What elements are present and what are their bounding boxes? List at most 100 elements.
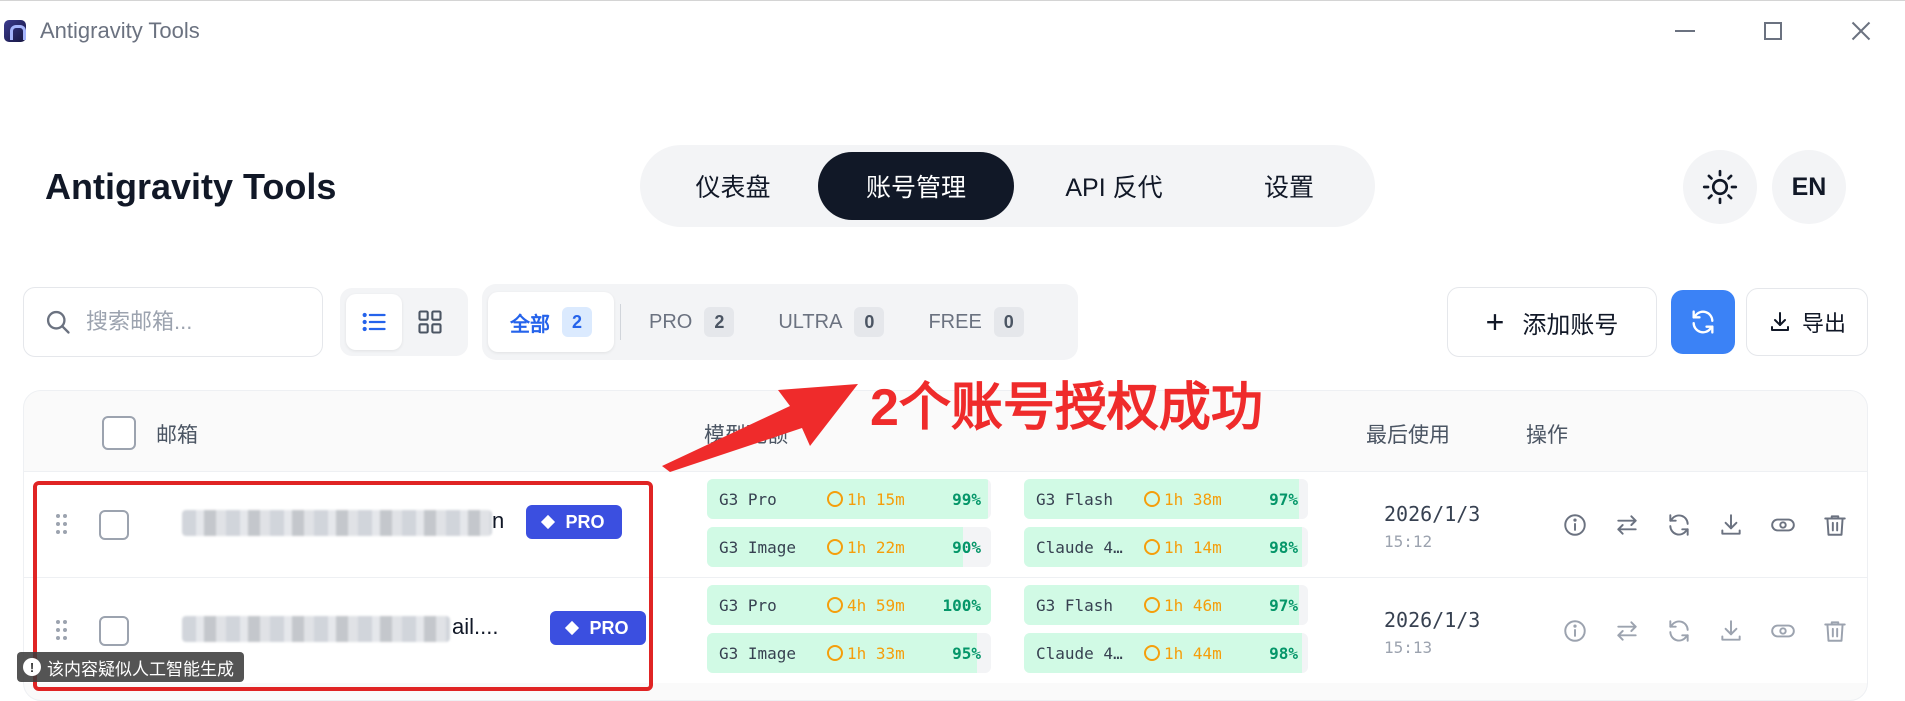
maximize-icon xyxy=(1764,22,1782,40)
window-title: Antigravity Tools xyxy=(40,17,200,43)
add-account-button[interactable]: + 添加账号 xyxy=(1447,287,1657,357)
download-button[interactable] xyxy=(1705,507,1757,543)
filter-label: PRO xyxy=(649,310,693,333)
quota-reset: 1h 33m xyxy=(827,644,905,663)
list-view-button[interactable] xyxy=(346,294,402,350)
last-used-date: 2026/1/3 xyxy=(1384,502,1481,526)
close-icon xyxy=(1851,21,1871,41)
email-redacted xyxy=(182,616,450,642)
quota-reset: 1h 38m xyxy=(1144,490,1222,509)
quota-reset: 1h 46m xyxy=(1144,596,1222,615)
quota-bar: G3 Image 1h 33m 95% xyxy=(707,633,991,673)
quota-model: Claude 4… xyxy=(1036,644,1123,663)
last-used-date: 2026/1/3 xyxy=(1384,608,1481,632)
filter-divider xyxy=(620,304,621,340)
quota-model: G3 Image xyxy=(719,644,797,663)
plan-label: PRO xyxy=(565,511,605,532)
refresh-quota-button[interactable] xyxy=(1653,507,1705,543)
quota-reset: 1h 14m xyxy=(1144,538,1222,557)
quota-bar: G3 Pro 4h 59m 100% xyxy=(707,585,991,625)
plus-icon: + xyxy=(1485,303,1505,340)
row-checkbox[interactable] xyxy=(99,616,129,646)
drag-handle-icon[interactable] xyxy=(56,620,68,642)
select-all-checkbox[interactable] xyxy=(102,416,136,450)
quota-percent: 98% xyxy=(1269,644,1298,663)
tab-settings[interactable]: 设置 xyxy=(1214,152,1364,220)
quota-percent: 95% xyxy=(952,644,981,663)
download-button[interactable] xyxy=(1705,613,1757,649)
delete-button[interactable] xyxy=(1809,613,1861,649)
filter-pro[interactable]: PRO 2 xyxy=(627,292,756,352)
quota-bar: G3 Flash 1h 38m 97% xyxy=(1024,479,1308,519)
tab-api-proxy[interactable]: API 反代 xyxy=(1014,152,1214,220)
quota-reset: 4h 59m xyxy=(827,596,905,615)
close-button[interactable] xyxy=(1817,1,1905,61)
info-icon: ! xyxy=(23,658,41,676)
plan-label: PRO xyxy=(589,617,629,638)
search-input[interactable] xyxy=(86,309,306,335)
row-actions xyxy=(1549,613,1861,649)
filter-label: FREE xyxy=(928,310,982,333)
last-used: 2026/1/3 15:12 xyxy=(1384,502,1480,551)
ai-notice-badge: ! 该内容疑似人工智能生成 xyxy=(17,652,244,682)
quota-bar: G3 Image 1h 22m 90% xyxy=(707,527,991,567)
tab-dashboard[interactable]: 仪表盘 xyxy=(648,152,818,220)
header-actions: 操作 xyxy=(1526,424,1568,447)
quota-percent: 97% xyxy=(1269,596,1298,615)
switch-icon xyxy=(1617,515,1637,535)
quota-reset: 1h 15m xyxy=(827,490,905,509)
refresh-quota-button[interactable] xyxy=(1653,613,1705,649)
app-logo-icon xyxy=(4,19,26,42)
grid-view-icon xyxy=(418,310,442,334)
drag-handle-icon[interactable] xyxy=(56,514,68,536)
annotation-text: 2个账号授权成功 xyxy=(870,379,1263,437)
row-checkbox[interactable] xyxy=(99,510,129,540)
language-button[interactable]: EN xyxy=(1772,150,1846,224)
minimize-button[interactable] xyxy=(1641,1,1729,61)
quota-percent: 99% xyxy=(952,490,981,509)
plan-filters: 全部 2 PRO 2 ULTRA 0 FREE 0 xyxy=(482,284,1078,360)
filter-count: 2 xyxy=(704,307,735,337)
email-text: n xyxy=(492,508,505,533)
header-email: 邮箱 xyxy=(156,424,198,447)
quota-model: G3 Pro xyxy=(719,490,777,509)
trash-icon xyxy=(1824,515,1846,536)
window-controls xyxy=(1641,1,1905,61)
details-button[interactable] xyxy=(1549,507,1601,543)
eye-icon xyxy=(1771,624,1795,638)
plan-badge: PRO xyxy=(526,505,622,539)
plan-badge: PRO xyxy=(550,611,646,645)
quota-model: G3 Image xyxy=(719,538,797,557)
search-icon xyxy=(46,310,70,334)
last-used: 2026/1/3 15:13 xyxy=(1384,608,1480,657)
delete-button[interactable] xyxy=(1809,507,1861,543)
switch-icon xyxy=(1617,621,1637,641)
quota-model: G3 Pro xyxy=(719,596,777,615)
quota-percent: 98% xyxy=(1269,538,1298,557)
theme-toggle-button[interactable] xyxy=(1683,150,1757,224)
toggle-visibility-button[interactable] xyxy=(1757,613,1809,649)
quota-bar: G3 Pro 1h 15m 99% xyxy=(707,479,991,519)
filter-count: 0 xyxy=(854,307,885,337)
tab-accounts[interactable]: 账号管理 xyxy=(818,152,1014,220)
toggle-visibility-button[interactable] xyxy=(1757,507,1809,543)
maximize-button[interactable] xyxy=(1729,1,1817,61)
list-view-icon xyxy=(362,312,386,332)
table-row: n PRO G3 Pro 1h 15m 99% G3 Flash 1h 38m … xyxy=(24,471,1867,577)
refresh-all-button[interactable] xyxy=(1671,290,1735,354)
quota-percent: 100% xyxy=(942,596,981,615)
filter-free[interactable]: FREE 0 xyxy=(906,292,1045,352)
trash-icon xyxy=(1824,621,1846,642)
filter-label: ULTRA xyxy=(778,310,843,333)
switch-account-button[interactable] xyxy=(1601,507,1653,543)
search-box xyxy=(23,287,323,357)
export-button[interactable]: 导出 xyxy=(1746,288,1868,356)
details-button[interactable] xyxy=(1549,613,1601,649)
filter-all[interactable]: 全部 2 xyxy=(488,292,614,352)
switch-account-button[interactable] xyxy=(1601,613,1653,649)
grid-view-button[interactable] xyxy=(402,294,458,350)
header-last-used: 最后使用 xyxy=(1366,424,1450,447)
filter-ultra[interactable]: ULTRA 0 xyxy=(756,292,906,352)
info-icon xyxy=(1564,620,1586,642)
email-text: ail.... xyxy=(452,614,499,639)
